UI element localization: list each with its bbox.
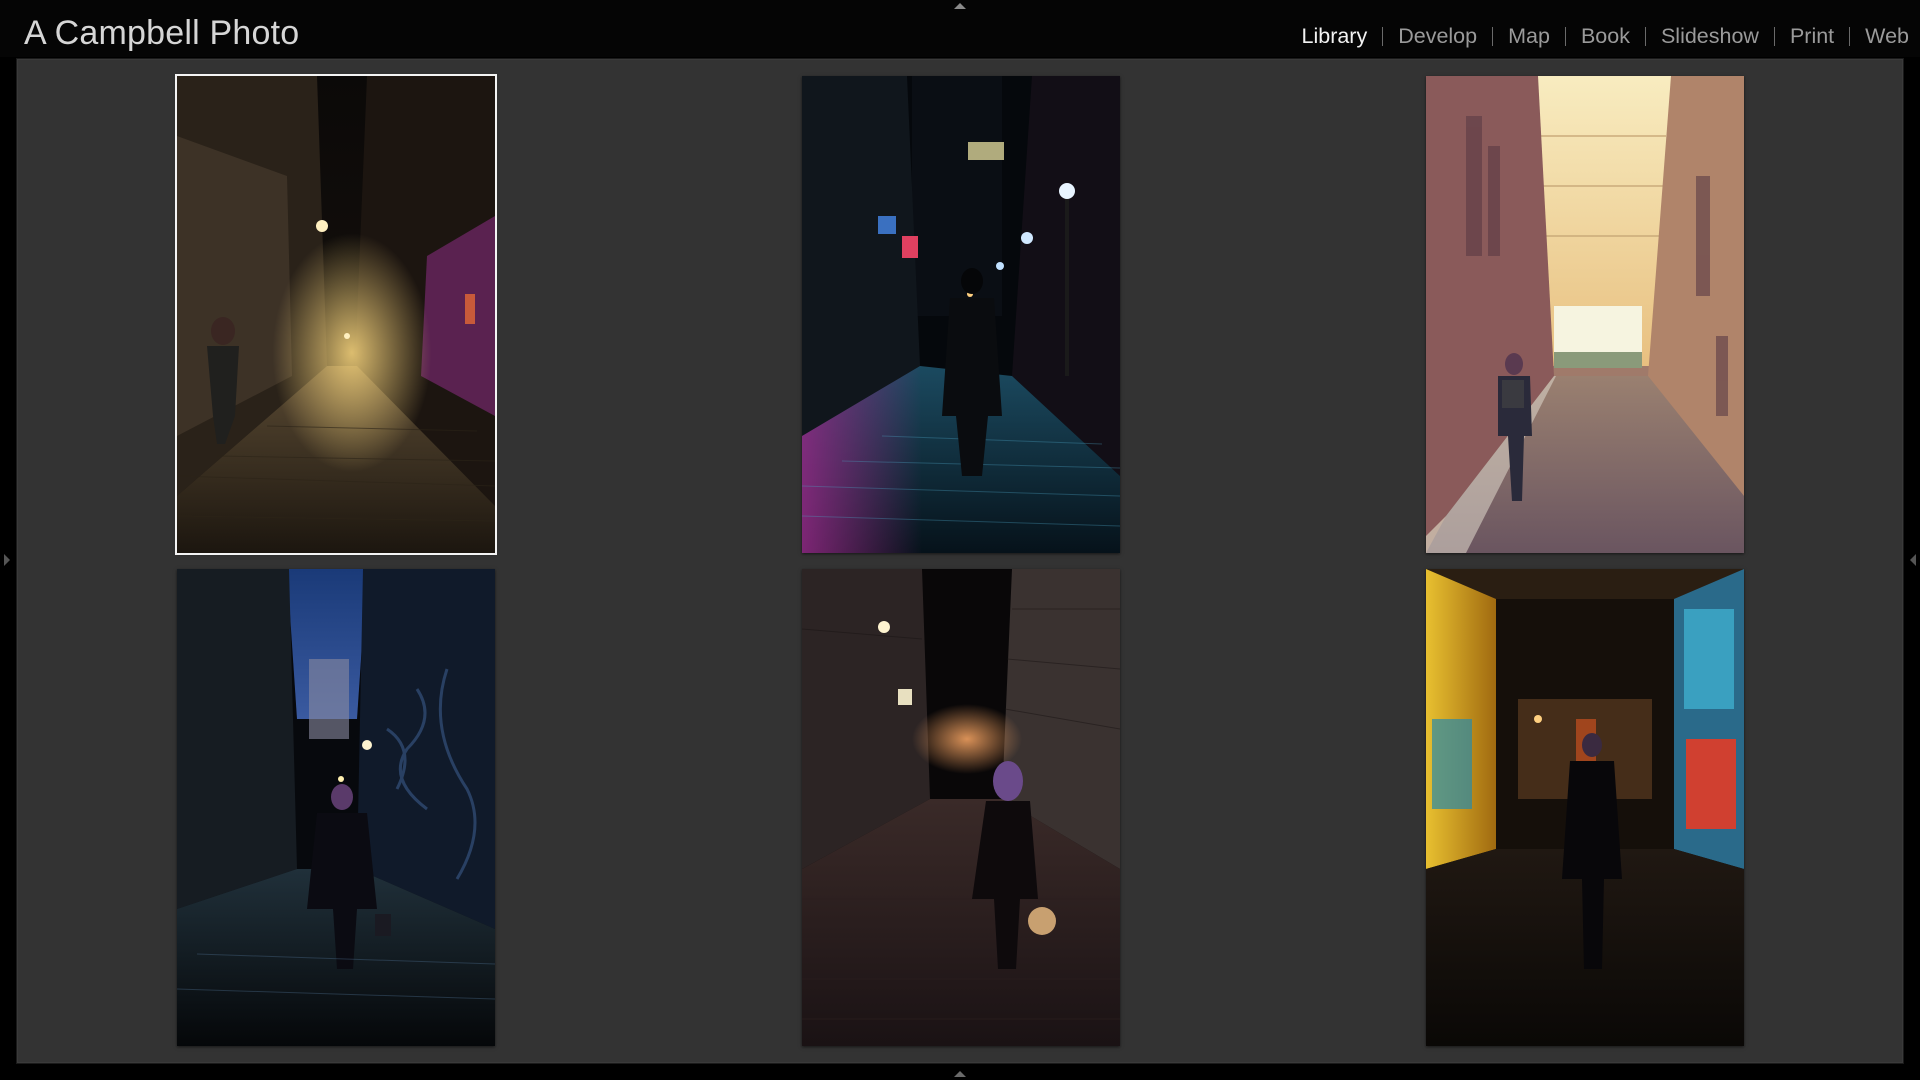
module-print[interactable]: Print bbox=[1790, 24, 1834, 49]
top-panel: A Campbell Photo Library Develop Map Book Sl… bbox=[0, 0, 1920, 57]
grid-cell bbox=[1426, 76, 1744, 553]
grid-cell bbox=[177, 569, 495, 1046]
module-library[interactable]: Library bbox=[1302, 24, 1368, 49]
photo-thumbnail[interactable] bbox=[177, 569, 495, 1046]
module-separator bbox=[1492, 27, 1494, 46]
right-panel-toggle-icon[interactable] bbox=[1910, 554, 1916, 566]
left-panel-toggle-icon[interactable] bbox=[4, 554, 10, 566]
module-separator bbox=[1849, 27, 1851, 46]
photo-thumbnail[interactable] bbox=[1426, 569, 1744, 1046]
grid-cell bbox=[1426, 569, 1744, 1046]
grid-cell bbox=[175, 74, 497, 555]
module-picker: Library Develop Map Book Slideshow Print Web bbox=[1302, 24, 1910, 49]
module-map[interactable]: Map bbox=[1508, 24, 1550, 49]
grid-view bbox=[16, 58, 1904, 1064]
module-book[interactable]: Book bbox=[1581, 24, 1630, 49]
photo-thumbnail[interactable] bbox=[1426, 76, 1744, 553]
grid-cell bbox=[802, 76, 1120, 553]
module-separator bbox=[1644, 27, 1646, 46]
top-panel-toggle-icon[interactable] bbox=[954, 3, 966, 9]
module-separator bbox=[1773, 27, 1775, 46]
filmstrip-toggle-icon[interactable] bbox=[954, 1071, 966, 1077]
module-separator bbox=[1382, 27, 1384, 46]
module-web[interactable]: Web bbox=[1865, 24, 1909, 49]
photo-thumbnail[interactable] bbox=[175, 74, 497, 555]
grid-cell bbox=[802, 569, 1120, 1046]
module-separator bbox=[1564, 27, 1566, 46]
module-slideshow[interactable]: Slideshow bbox=[1661, 24, 1759, 49]
photo-thumbnail[interactable] bbox=[802, 76, 1120, 553]
module-develop[interactable]: Develop bbox=[1398, 24, 1477, 49]
photo-thumbnail[interactable] bbox=[802, 569, 1120, 1046]
identity-plate: A Campbell Photo bbox=[24, 14, 300, 52]
thumbnail-grid bbox=[17, 59, 1903, 1063]
lightroom-window: A Campbell Photo Library Develop Map Book Sl… bbox=[0, 0, 1920, 1080]
